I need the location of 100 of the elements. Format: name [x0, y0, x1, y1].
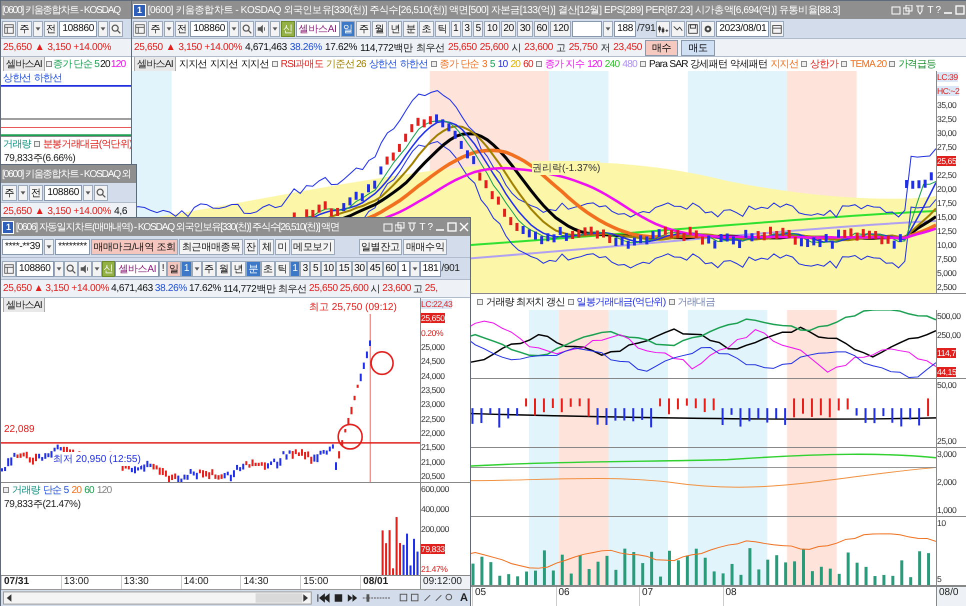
scroll-bar-drawing[interactable] — [3, 591, 312, 605]
maximize-icon[interactable] — [447, 222, 457, 232]
toolbar-button[interactable]: 전 — [28, 184, 44, 200]
input-field[interactable]: 181 — [420, 260, 442, 276]
dropdown-icon[interactable] — [228, 20, 239, 36]
input-field[interactable] — [572, 20, 602, 36]
period-tab[interactable]: 틱 — [434, 20, 450, 36]
period-tab[interactable]: 1 — [290, 260, 300, 276]
dropdown-icon[interactable] — [98, 20, 108, 36]
period-tab[interactable]: 초 — [419, 20, 434, 36]
zoom-button[interactable]: A — [460, 592, 468, 604]
period-tab[interactable]: 20 — [500, 20, 516, 36]
dropdown-icon[interactable] — [270, 20, 280, 36]
toolbar-button[interactable]: 주 — [148, 20, 163, 36]
dropdown-icon[interactable] — [18, 184, 28, 200]
toolbar-button[interactable]: 매매수익 — [403, 238, 448, 254]
layout-icon[interactable] — [2, 260, 16, 276]
period-tab[interactable]: 주 — [356, 20, 372, 36]
period-tab[interactable]: 10 — [484, 20, 500, 36]
dropdown-icon[interactable] — [410, 260, 420, 276]
search-icon[interactable] — [108, 20, 123, 36]
period-tab[interactable]: 1 — [181, 260, 192, 276]
candle-tool-icon[interactable] — [656, 20, 670, 36]
search-icon[interactable] — [64, 260, 78, 276]
period-tab[interactable]: 30 — [352, 260, 368, 276]
period-tab[interactable]: 년 — [388, 20, 402, 36]
toolbar-button[interactable]: 최근매매종목 — [179, 238, 243, 254]
toolbar-button[interactable]: 메모보기 — [290, 238, 335, 254]
toolbar-button[interactable]: 미 — [275, 238, 290, 254]
period-tab[interactable]: 주 — [202, 260, 216, 276]
input-field[interactable]: 108860 — [44, 184, 82, 200]
input-field[interactable]: 108860 — [59, 20, 97, 36]
toolbar-button[interactable]: ! — [159, 260, 167, 276]
period-tab[interactable]: 60 — [534, 20, 550, 36]
period-tab[interactable]: 년 — [231, 260, 246, 276]
toolbar-button[interactable]: 주 — [2, 184, 17, 200]
input-field[interactable]: 2023/08/01 — [716, 20, 770, 36]
toolbar-button[interactable]: 주 — [17, 20, 32, 36]
speaker-icon[interactable] — [254, 20, 269, 36]
search-icon[interactable] — [94, 184, 108, 200]
layout-icon[interactable] — [2, 20, 16, 36]
input-field[interactable]: 188 — [614, 20, 636, 36]
legend-label[interactable]: 셀바스AI — [134, 57, 176, 71]
period-tab[interactable]: 월 — [216, 260, 232, 276]
toolbar-button[interactable]: 체 — [259, 238, 274, 254]
period-tab[interactable]: 45 — [367, 260, 383, 276]
close-icon[interactable] — [459, 222, 469, 232]
input-field[interactable]: 108860 — [16, 260, 54, 276]
toolbar-button[interactable]: 전 — [44, 20, 58, 36]
period-tab[interactable]: 5 — [473, 20, 484, 36]
period-tab[interactable]: 분 — [246, 260, 260, 276]
period-tab[interactable]: 3 — [462, 20, 472, 36]
toolbar-button[interactable]: 일 — [166, 260, 182, 276]
save-icon[interactable] — [686, 20, 700, 36]
speaker-icon[interactable] — [78, 260, 92, 276]
dropdown-icon[interactable] — [54, 260, 64, 276]
toolbar-button[interactable]: 전 — [174, 20, 190, 36]
dropdown-icon[interactable] — [44, 238, 54, 254]
calendar-icon[interactable] — [770, 20, 784, 36]
period-tab[interactable]: 10 — [320, 260, 336, 276]
dropdown-icon[interactable] — [82, 184, 93, 200]
toolbar-button[interactable]: 매매마크/내역 조회 — [90, 238, 178, 254]
tile-icon[interactable] — [395, 222, 406, 232]
search-icon[interactable] — [240, 20, 254, 36]
pin-icon[interactable] — [407, 222, 418, 232]
restore-icon[interactable] — [383, 222, 394, 232]
period-tab[interactable]: 초 — [260, 260, 276, 276]
period-tab[interactable]: 일 — [340, 20, 356, 36]
input-field[interactable]: 1 — [398, 260, 410, 276]
tile-icon[interactable] — [903, 5, 914, 15]
settings-icon[interactable] — [701, 20, 716, 36]
legend-label[interactable]: 셀바스AI — [3, 298, 45, 312]
dropdown-icon[interactable] — [164, 20, 174, 36]
dropdown-icon[interactable] — [92, 260, 102, 276]
period-tab[interactable]: 월 — [372, 20, 387, 36]
period-tab[interactable]: 15 — [336, 260, 352, 276]
toolbar-button[interactable]: 잔 — [244, 238, 258, 254]
line-tool-icon[interactable] — [671, 20, 686, 36]
period-tab[interactable]: 1 — [450, 20, 461, 36]
input-field[interactable]: ******** — [55, 238, 90, 254]
period-tab[interactable]: 분 — [403, 20, 418, 36]
legend-label[interactable]: 셀바스AI — [3, 57, 45, 71]
layout-icon[interactable] — [133, 20, 147, 36]
dropdown-icon[interactable] — [603, 20, 614, 36]
stock-name-field[interactable]: 셀바스AI — [296, 20, 340, 36]
period-tab[interactable]: 5 — [310, 260, 321, 276]
dropdown-icon[interactable] — [192, 260, 202, 276]
period-tab[interactable]: 3 — [300, 260, 310, 276]
period-tab[interactable]: 120 — [550, 20, 572, 36]
period-tab[interactable]: 30 — [517, 20, 533, 36]
period-tab[interactable]: 틱 — [275, 260, 290, 276]
pin-icon[interactable] — [915, 5, 926, 15]
restore-icon[interactable] — [891, 5, 902, 15]
period-tab[interactable]: 60 — [382, 260, 398, 276]
stock-name-field[interactable]: 셀바스AI — [115, 260, 160, 276]
sell-button[interactable]: 매도 — [681, 40, 715, 56]
toolbar-button[interactable]: 일별잔고 — [358, 238, 402, 254]
input-field[interactable]: ****-**39 — [2, 238, 44, 254]
dropdown-icon[interactable] — [32, 20, 43, 36]
input-field[interactable]: 108860 — [190, 20, 228, 36]
